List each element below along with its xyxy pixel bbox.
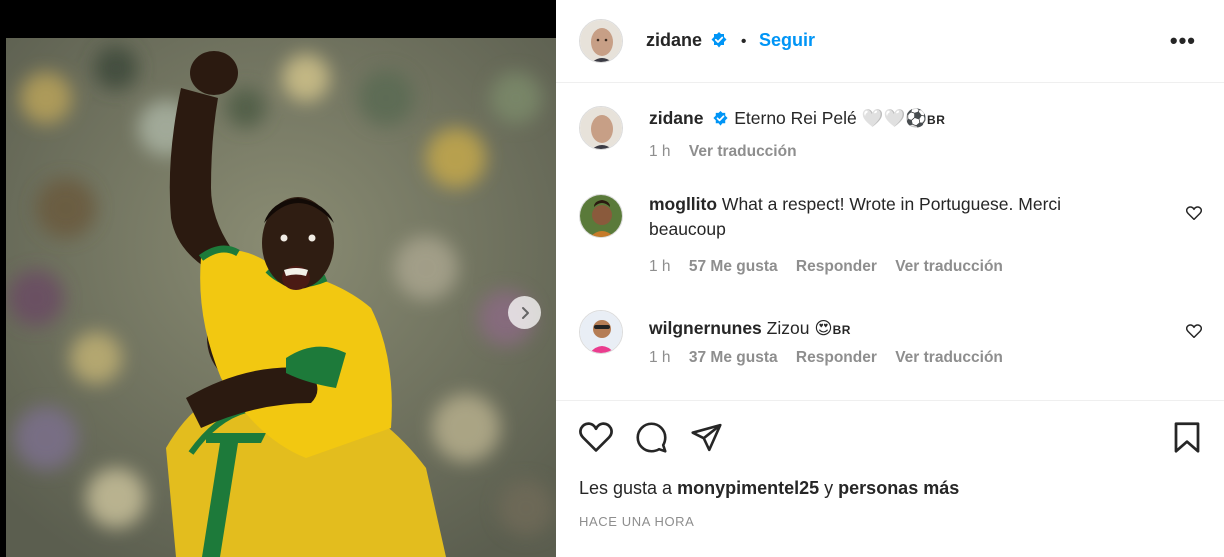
likes-others[interactable]: personas más <box>838 478 959 498</box>
post-side-panel: zidane • Seguir ••• zidane Eterno Rei Pe… <box>556 0 1224 557</box>
author-avatar[interactable] <box>579 19 623 63</box>
comment-text: mogllito What a respect! Wrote in Portug… <box>649 192 1169 242</box>
chevron-right-icon <box>521 306 529 319</box>
bookmark-icon[interactable] <box>1172 421 1202 459</box>
comment-time: 1 h <box>649 349 671 366</box>
comment-meta: 1 h Ver traducción <box>649 143 811 161</box>
likes-prefix: Les gusta a <box>579 478 673 498</box>
translate-link[interactable]: Ver traducción <box>895 349 1003 366</box>
comment-like-heart-icon[interactable] <box>1185 324 1203 343</box>
commenter-avatar-image <box>580 195 622 237</box>
flag-br: BR <box>927 113 946 127</box>
verified-badge-icon <box>712 109 729 134</box>
comment-body-line2: beaucoup <box>649 219 726 239</box>
comment-meta: 1 h 57 Me gusta Responder Ver traducción <box>649 258 1017 276</box>
translate-link[interactable]: Ver traducción <box>689 143 797 160</box>
commenter-avatar-image <box>580 311 622 353</box>
translate-link[interactable]: Ver traducción <box>895 258 1003 275</box>
comment-time: 1 h <box>649 143 671 160</box>
post-photo[interactable] <box>6 38 556 557</box>
likes-summary: Les gusta a monypimentel25 y personas má… <box>579 478 959 499</box>
author-username[interactable]: zidane <box>646 30 702 50</box>
author-avatar-image <box>580 20 622 62</box>
commenter-avatar-image <box>580 107 622 149</box>
comment-body: Zizou 😍 <box>766 318 833 338</box>
reply-button[interactable]: Responder <box>796 349 877 366</box>
commenter-avatar[interactable] <box>579 106 623 150</box>
next-photo-button[interactable] <box>508 296 541 329</box>
more-options-icon[interactable]: ••• <box>1170 28 1196 54</box>
comment-text: wilgnernunes Zizou 😍BR <box>649 316 851 343</box>
comment-username[interactable]: mogllito <box>649 194 717 214</box>
paper-plane-icon[interactable] <box>690 421 723 459</box>
post-header: zidane • Seguir ••• <box>556 0 1224 83</box>
comment-like-heart-icon[interactable] <box>1185 206 1203 225</box>
comment-meta: 1 h 37 Me gusta Responder Ver traducción <box>649 349 1017 367</box>
commenter-avatar[interactable] <box>579 194 623 238</box>
post-timestamp: HACE UNA HORA <box>579 514 695 529</box>
post-photo-illustration <box>6 38 556 557</box>
media-pane <box>0 0 556 557</box>
reply-button[interactable]: Responder <box>796 258 877 275</box>
heart-icon[interactable] <box>579 421 613 458</box>
follow-button[interactable]: Seguir <box>759 30 815 50</box>
comment-username[interactable]: wilgnernunes <box>649 318 762 338</box>
comment-likes[interactable]: 37 Me gusta <box>689 349 778 366</box>
verified-badge-icon <box>710 31 728 54</box>
commenter-avatar[interactable] <box>579 310 623 354</box>
comment-likes[interactable]: 57 Me gusta <box>689 258 778 275</box>
comment-body: Eterno Rei Pelé 🤍🤍⚽ <box>734 108 928 128</box>
comments-list: zidane Eterno Rei Pelé 🤍🤍⚽BR 1 h Ver tra… <box>556 84 1224 400</box>
comment-time: 1 h <box>649 258 671 275</box>
comment-icon[interactable] <box>635 421 668 459</box>
caption-text: zidane Eterno Rei Pelé 🤍🤍⚽BR <box>649 106 945 134</box>
flag-br: BR <box>832 323 851 337</box>
separator-dot: • <box>740 33 747 50</box>
liked-by-user[interactable]: monypimentel25 <box>677 478 819 498</box>
comment-body-line1: What a respect! Wrote in Portuguese. Mer… <box>721 194 1062 214</box>
comment-username[interactable]: zidane <box>649 108 703 128</box>
likes-join: y <box>824 478 834 498</box>
